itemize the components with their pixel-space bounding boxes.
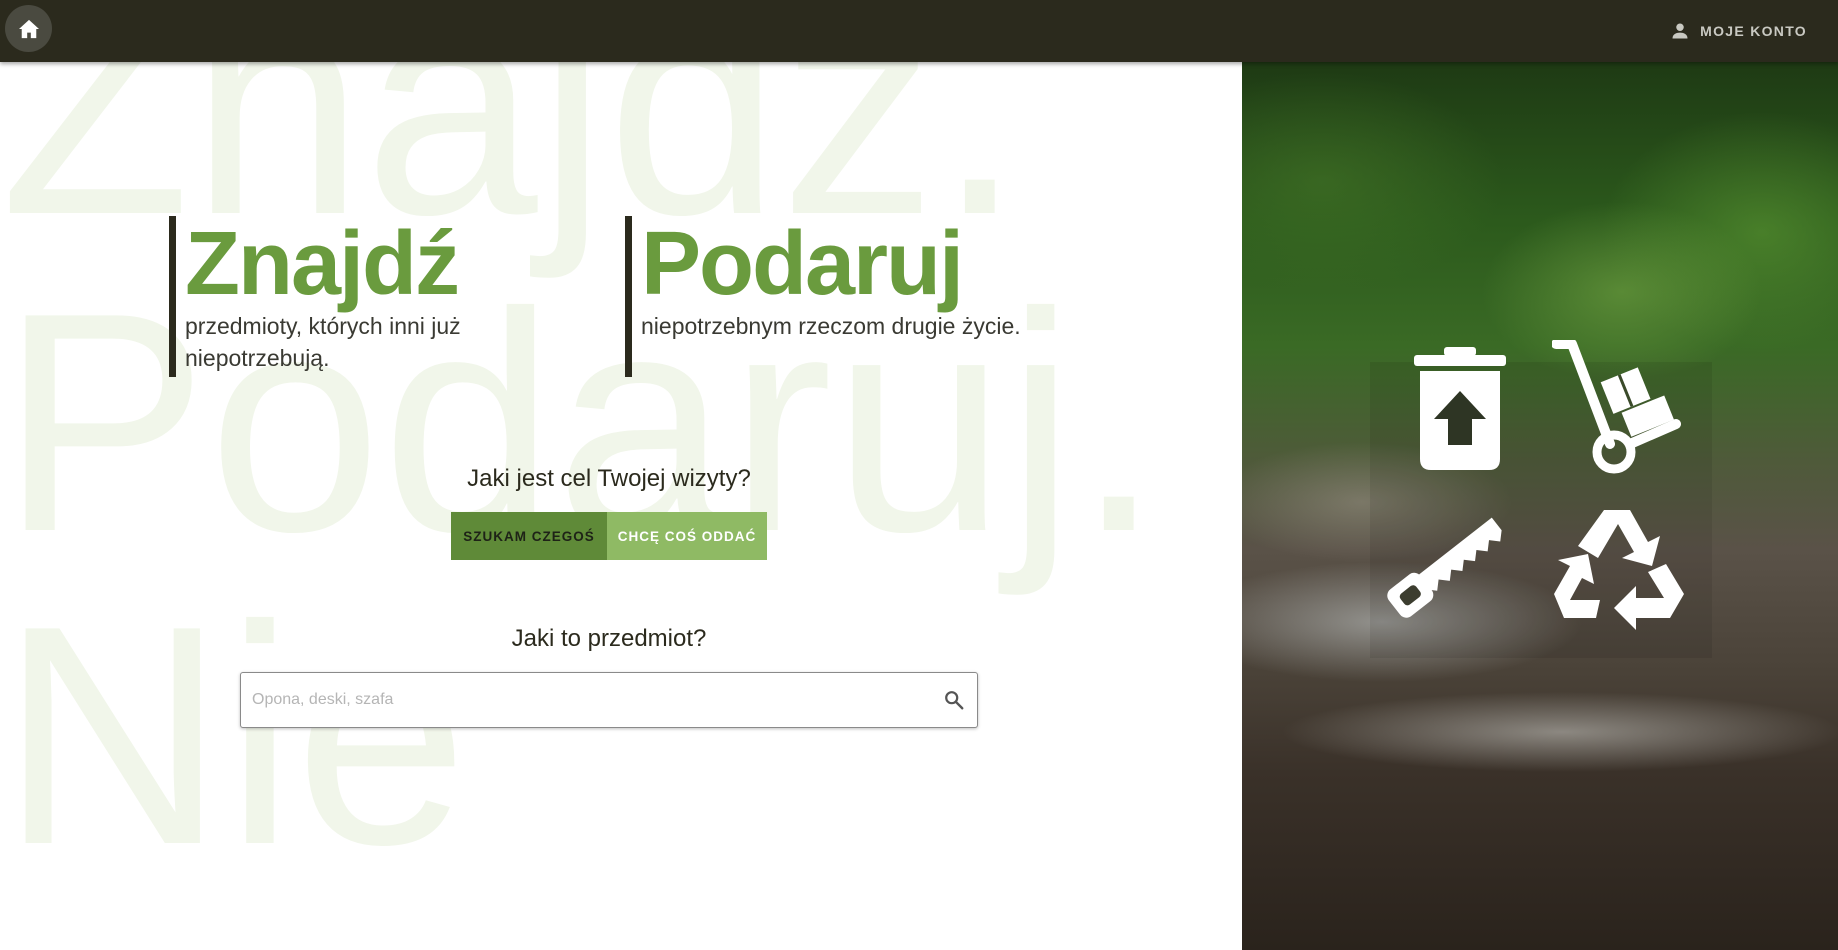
home-button[interactable] <box>5 5 52 52</box>
find-subtitle-line2: niepotrzebują. <box>185 345 330 371</box>
trash-upload-icon <box>1414 347 1506 470</box>
main-panel: Znajdź. Podaruj. Nie Znajdź przedmioty, … <box>0 62 1242 950</box>
top-app-bar: MOJE KONTO <box>0 0 1838 62</box>
home-icon <box>18 19 39 38</box>
visit-purpose-toggle: SZUKAM CZEGOŚ CHCĘ COŚ ODDAĆ <box>451 512 767 560</box>
seek-something-button[interactable]: SZUKAM CZEGOŚ <box>451 512 607 560</box>
give-title: Podaruj <box>641 214 964 314</box>
find-title: Znajdź <box>185 214 460 314</box>
search-icon[interactable] <box>943 689 965 711</box>
give-headline: Podaruj niepotrzebnym rzeczom drugie życ… <box>625 216 1045 377</box>
item-question: Jaki to przedmiot? <box>511 625 707 652</box>
saw-icon <box>1387 517 1502 618</box>
visit-purpose-question: Jaki jest cel Twojej wizyty? <box>467 465 751 492</box>
my-account-button[interactable]: MOJE KONTO <box>1670 0 1807 62</box>
forest-photo <box>1242 62 1838 950</box>
hand-truck-icon <box>1552 340 1681 474</box>
give-something-button[interactable]: CHCĘ COŚ ODDAĆ <box>607 512 767 560</box>
my-account-label: MOJE KONTO <box>1700 23 1807 39</box>
find-headline: Znajdź przedmioty, których inni już niep… <box>169 216 499 377</box>
find-subtitle-line1: przedmioty, których inni już <box>185 313 461 339</box>
item-search-box <box>240 672 978 728</box>
recycle-icon <box>1554 510 1684 630</box>
give-subtitle: niepotrzebnym rzeczom drugie życie. <box>641 313 1021 339</box>
person-icon <box>1672 23 1688 39</box>
item-search-input[interactable] <box>252 673 912 727</box>
